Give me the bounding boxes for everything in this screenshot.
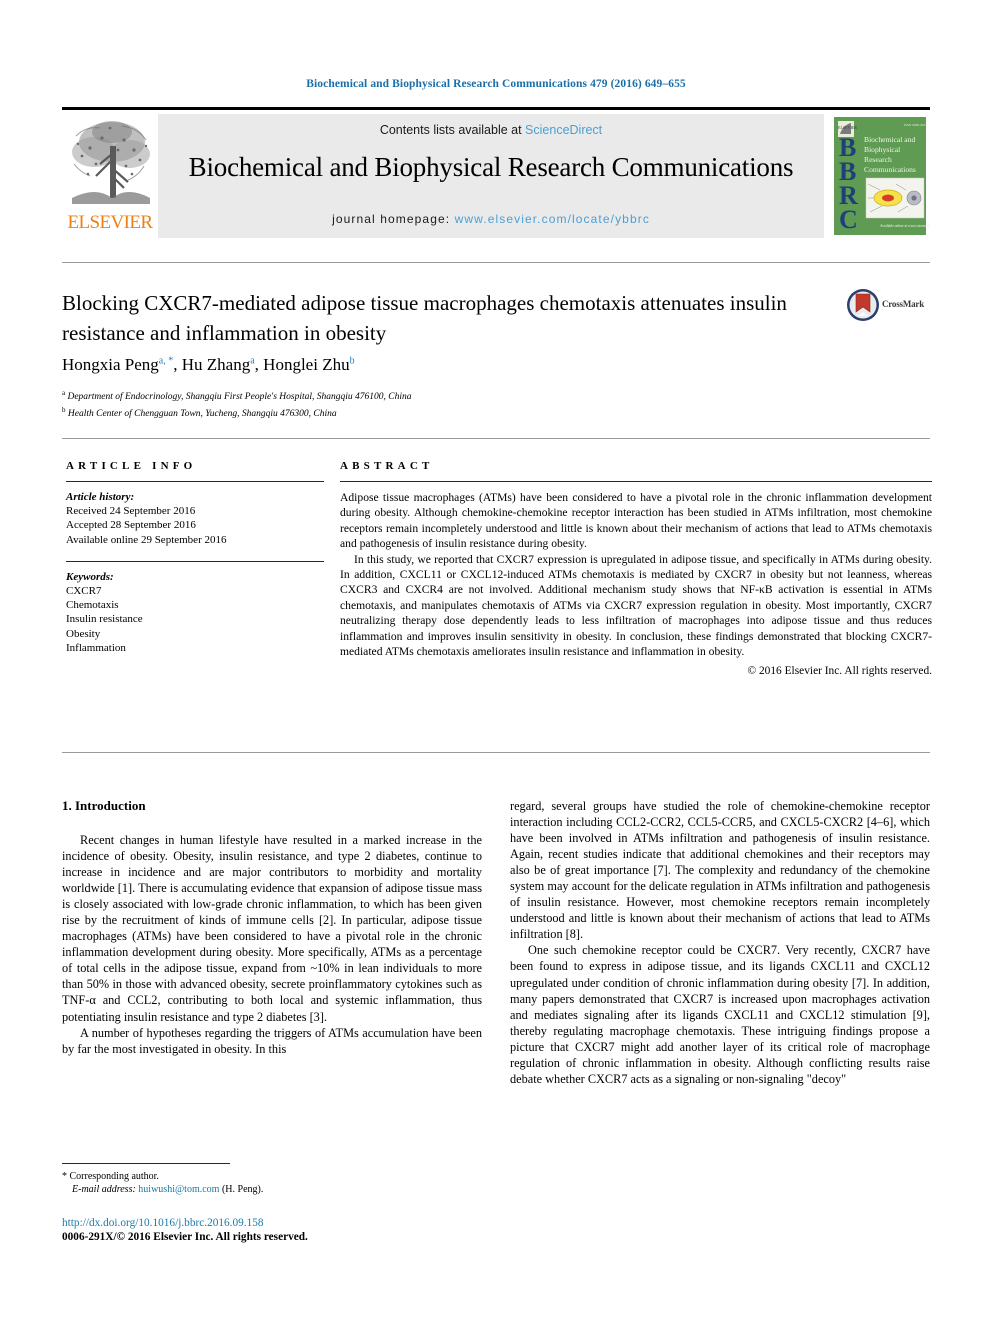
- paper-page: Biochemical and Biophysical Research Com…: [0, 0, 992, 1323]
- abstract-heading: ABSTRACT: [340, 460, 434, 472]
- svg-text:ELSEVIER: ELSEVIER: [838, 125, 857, 130]
- crossmark-icon: [847, 289, 879, 321]
- introduction-left-text: Recent changes in human lifestyle have r…: [62, 832, 482, 1057]
- corresponding-label: Corresponding author.: [69, 1171, 159, 1182]
- cover-artwork: ELSEVIER B B R C Biochemical and Biophys…: [830, 114, 942, 238]
- info-panel-top-divider: [62, 438, 930, 439]
- keyword-item: CXCR7: [66, 585, 102, 598]
- journal-cover-thumbnail: ELSEVIER B B R C Biochemical and Biophys…: [830, 114, 942, 238]
- abstract-rule: [340, 481, 932, 482]
- svg-text:ISSN 0006-291X: ISSN 0006-291X: [904, 123, 928, 127]
- doi-block: http://dx.doi.org/10.1016/j.bbrc.2016.09…: [62, 1216, 492, 1244]
- email-label: E-mail address:: [72, 1184, 136, 1195]
- corresponding-author-note: * Corresponding author. E-mail address: …: [62, 1170, 482, 1196]
- body-paragraph: regard, several groups have studied the …: [510, 799, 930, 942]
- svg-text:Research: Research: [864, 155, 892, 164]
- author-name: Hongxia Peng: [62, 355, 159, 374]
- contents-prefix: Contents lists available at: [379, 123, 526, 137]
- abstract-section: ABSTRACT Adipose tissue macrophages (ATM…: [340, 460, 932, 680]
- article-info-section: ARTICLE INFO Article history: Received 2…: [66, 460, 324, 655]
- title-divider: [62, 262, 930, 263]
- elsevier-logo: ELSEVIER: [62, 114, 158, 238]
- body-column-right: regard, several groups have studied the …: [510, 798, 930, 1087]
- info-panel-bottom-divider: [62, 752, 930, 753]
- abstract-paragraph: Adipose tissue macrophages (ATMs) have b…: [340, 491, 932, 551]
- article-info-rule: [66, 481, 324, 482]
- keywords-label: Keywords:: [66, 570, 114, 583]
- email-owner: (H. Peng).: [221, 1184, 264, 1195]
- keyword-item: Obesity: [66, 627, 101, 640]
- affiliation-item: b Health Center of Chengguan Town, Yuche…: [62, 404, 862, 421]
- keyword-item: Insulin resistance: [66, 613, 143, 626]
- introduction-right-text: regard, several groups have studied the …: [510, 798, 930, 1087]
- email-line: E-mail address: huiwushi@tom.com (H. Pen…: [62, 1183, 482, 1196]
- corresponding-star: *: [62, 1171, 67, 1182]
- keyword-item: Inflammation: [66, 641, 126, 654]
- elsevier-wordmark: ELSEVIER: [67, 212, 154, 233]
- body-paragraph: Recent changes in human lifestyle have r…: [62, 833, 482, 1024]
- homepage-prefix: journal homepage:: [332, 212, 455, 226]
- issn-copyright-line: 0006-291X/© 2016 Elsevier Inc. All right…: [62, 1231, 308, 1243]
- author-marks[interactable]: b: [350, 355, 355, 366]
- svg-text:C: C: [839, 205, 858, 234]
- running-head: Biochemical and Biophysical Research Com…: [306, 78, 686, 90]
- crossmark-badge[interactable]: CrossMark: [846, 288, 932, 322]
- keywords-block: Keywords: CXCR7 Chemotaxis Insulin resis…: [66, 570, 324, 655]
- journal-masthead: ELSEVIER Contents lists available at Sci…: [62, 107, 942, 238]
- body-paragraph: A number of hypotheses regarding the tri…: [62, 1025, 482, 1056]
- article-info-heading: ARTICLE INFO: [66, 460, 197, 472]
- journal-homepage-link[interactable]: www.elsevier.com/locate/ybbrc: [455, 212, 650, 226]
- email-link[interactable]: huiwushi@tom.com: [138, 1184, 219, 1195]
- corresponding-line: * Corresponding author.: [62, 1170, 482, 1183]
- author-marks[interactable]: a, *: [159, 355, 173, 366]
- svg-text:Biochemical and: Biochemical and: [864, 135, 915, 144]
- abstract-paragraph: In this study, we reported that CXCR7 ex…: [340, 552, 932, 659]
- author-name: Honglei Zhu: [263, 355, 350, 374]
- history-item: Available online 29 September 2016: [66, 533, 227, 546]
- svg-text:Communications: Communications: [864, 165, 916, 174]
- affiliation-mark: b: [62, 405, 66, 414]
- sciencedirect-link[interactable]: ScienceDirect: [525, 123, 602, 137]
- affiliation-list: a Department of Endocrinology, Shangqiu …: [62, 387, 862, 420]
- author-marks[interactable]: a: [250, 355, 254, 366]
- history-item: Received 24 September 2016: [66, 505, 196, 518]
- journal-homepage-line: journal homepage: www.elsevier.com/locat…: [158, 212, 824, 226]
- article-history-block: Article history: Received 24 September 2…: [66, 490, 324, 547]
- svg-text:Biophysical: Biophysical: [864, 145, 900, 154]
- elsevier-tree-icon: [72, 121, 150, 204]
- abstract-body: Adipose tissue macrophages (ATMs) have b…: [340, 490, 932, 680]
- journal-title: Biochemical and Biophysical Research Com…: [188, 152, 794, 182]
- svg-text:Available online at www.scienc: Available online at www.sciencedirect.co…: [880, 224, 930, 228]
- doi-link[interactable]: http://dx.doi.org/10.1016/j.bbrc.2016.09…: [62, 1217, 264, 1229]
- history-item: Accepted 28 September 2016: [66, 519, 196, 532]
- author-list: Hongxia Penga, *, Hu Zhanga, Honglei Zhu…: [62, 355, 355, 374]
- masthead-center: Contents lists available at ScienceDirec…: [158, 114, 824, 238]
- page-title: Blocking CXCR7-mediated adipose tissue m…: [62, 291, 787, 345]
- affiliation-text: Department of Endocrinology, Shangqiu Fi…: [67, 392, 412, 403]
- affiliation-item: a Department of Endocrinology, Shangqiu …: [62, 387, 862, 404]
- crossmark-label: CrossMark: [882, 299, 925, 309]
- author-name: Hu Zhang: [181, 355, 251, 374]
- section-heading-introduction: 1. Introduction: [62, 798, 146, 813]
- body-column-left: 1. Introduction Recent changes in human …: [62, 798, 482, 1057]
- contents-line: Contents lists available at ScienceDirec…: [158, 123, 824, 137]
- body-paragraph: One such chemokine receptor could be CXC…: [510, 943, 930, 1086]
- keyword-item: Chemotaxis: [66, 599, 119, 612]
- footnote-divider: [62, 1163, 230, 1164]
- keywords-rule: [66, 560, 324, 562]
- affiliation-text: Health Center of Chengguan Town, Yucheng…: [67, 408, 337, 419]
- article-history-label: Article history:: [66, 491, 135, 503]
- abstract-copyright: © 2016 Elsevier Inc. All rights reserved…: [747, 665, 932, 678]
- affiliation-mark: a: [62, 389, 66, 397]
